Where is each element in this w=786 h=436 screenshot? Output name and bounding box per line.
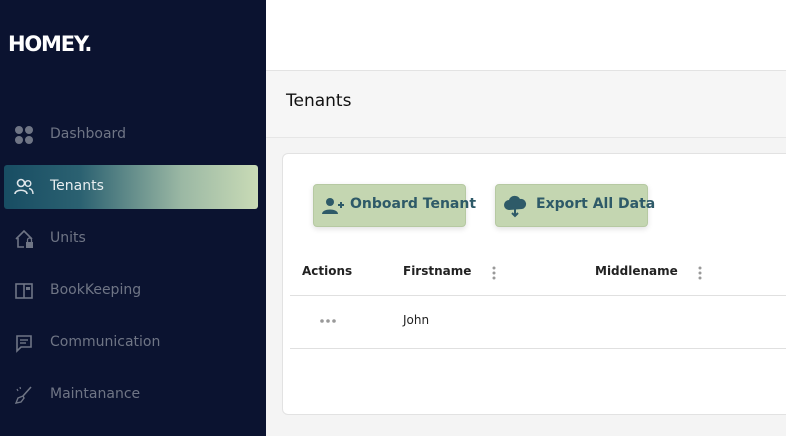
users-icon: [14, 178, 34, 195]
sidebar-item-label: Dashboard: [50, 126, 126, 142]
sidebar-nav: Dashboard Tenants Units BookKeeping Comm…: [0, 113, 266, 425]
column-menu-icon[interactable]: [489, 265, 499, 281]
more-horizontal-icon[interactable]: [318, 315, 338, 327]
cell-firstname: John: [403, 313, 430, 327]
app-logo: HOMEY.: [8, 32, 92, 56]
sidebar-item-maintanance[interactable]: Maintanance: [4, 373, 258, 417]
sidebar-item-label: Communication: [50, 334, 161, 350]
cloud-download-icon: [504, 195, 527, 218]
sidebar-item-bookkeeping[interactable]: BookKeeping: [4, 269, 258, 313]
table-header-divider: [290, 295, 786, 296]
sidebar-item-dashboard[interactable]: Dashboard: [4, 113, 258, 157]
dashboard-icon: [15, 126, 33, 144]
export-all-data-label: Export All Data: [536, 196, 656, 212]
house-lock-icon: [15, 229, 33, 248]
sidebar-item-label: Maintanance: [50, 386, 141, 402]
broom-icon: [14, 386, 32, 404]
table-row-divider: [290, 348, 786, 349]
sidebar-item-units[interactable]: Units: [4, 217, 258, 261]
add-user-icon: [322, 198, 344, 214]
column-header-middlename[interactable]: Middlename: [595, 264, 678, 278]
onboard-tenant-button[interactable]: Onboard Tenant: [313, 184, 476, 227]
page-title: Tenants: [286, 91, 352, 111]
export-all-data-button[interactable]: Export All Data: [495, 184, 655, 227]
sidebar: HOMEY. Dashboard Tenants Units BookKeepi…: [0, 0, 266, 436]
sidebar-item-tenants[interactable]: Tenants: [4, 165, 258, 209]
sidebar-item-communication[interactable]: Communication: [4, 321, 258, 365]
column-header-actions: Actions: [302, 264, 353, 278]
page-header: Tenants: [266, 71, 786, 138]
top-bar: [266, 0, 786, 71]
book-icon: [15, 283, 33, 299]
sidebar-item-label: BookKeeping: [50, 282, 142, 298]
sidebar-item-label: Tenants: [50, 178, 104, 194]
column-menu-icon[interactable]: [695, 265, 705, 281]
column-header-firstname[interactable]: Firstname: [403, 264, 471, 278]
chat-icon: [16, 335, 32, 353]
onboard-tenant-label: Onboard Tenant: [350, 196, 477, 212]
sidebar-item-label: Units: [50, 230, 86, 246]
